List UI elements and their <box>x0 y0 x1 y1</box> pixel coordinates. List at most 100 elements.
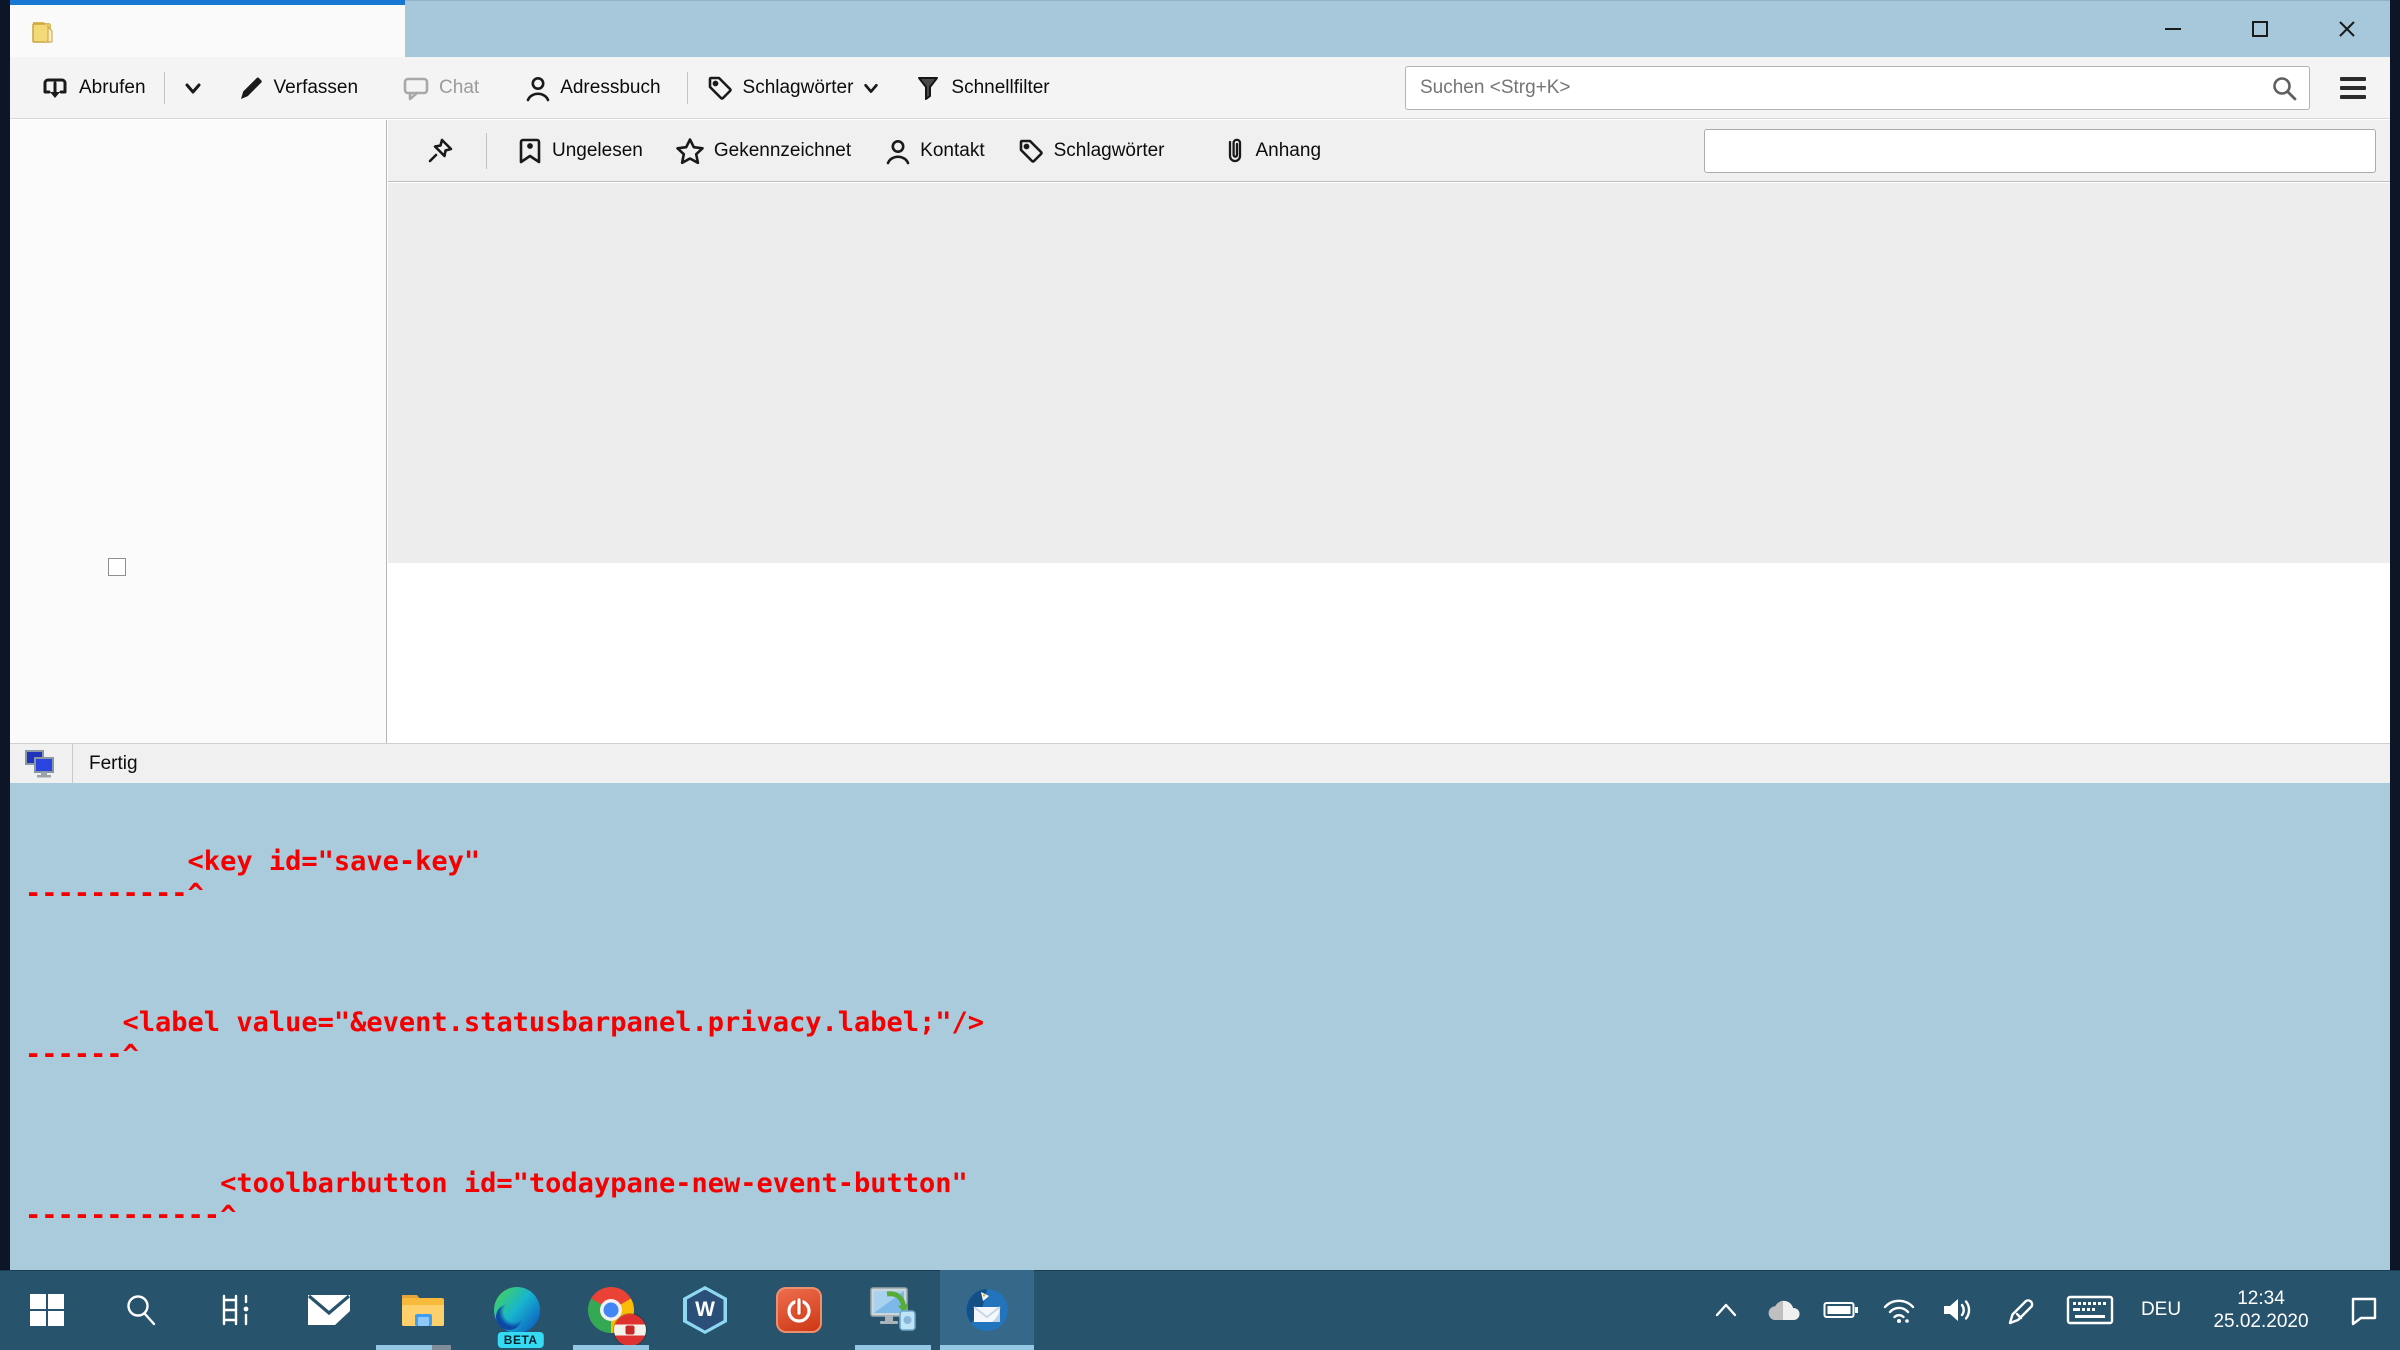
filter-contact-button[interactable]: Kontakt <box>871 131 996 171</box>
thunderbird-button[interactable] <box>940 1270 1034 1350</box>
write-button[interactable]: Verfassen <box>227 68 369 108</box>
wifi-tray-icon[interactable] <box>1870 1270 1928 1350</box>
language-indicator[interactable]: DEU <box>2128 1270 2194 1350</box>
filter-starred-label: Gekennzeichnet <box>714 140 851 162</box>
network-monitors-icon <box>24 749 58 779</box>
filterbar-separator <box>486 133 487 169</box>
quick-filter-label: Schnellfilter <box>951 77 1049 99</box>
filter-tags-button[interactable]: Schlagwörter <box>1005 131 1177 171</box>
get-messages-label: Abrufen <box>79 77 146 99</box>
tags-button[interactable]: Schlagwörter <box>696 68 891 108</box>
message-pane <box>388 563 2390 743</box>
chat-bubble-icon <box>402 74 430 102</box>
get-messages-dropdown[interactable] <box>173 72 213 104</box>
pushpin-icon <box>426 136 456 166</box>
notification-icon <box>2348 1294 2380 1326</box>
task-view-icon <box>215 1292 255 1328</box>
filter-attachment-label: Anhang <box>1256 140 1322 162</box>
chevron-down-icon <box>862 79 880 97</box>
filter-attachment-button[interactable]: Anhang <box>1211 130 1334 172</box>
toolbar-separator <box>164 72 165 104</box>
running-indicator <box>432 1345 451 1350</box>
battery-icon <box>1823 1300 1859 1320</box>
global-search <box>1405 66 2310 110</box>
filter-tags-label: Schlagwörter <box>1054 140 1165 162</box>
system-tray: DEU 12:34 25.02.2020 <box>1698 1270 2400 1350</box>
file-explorer-icon <box>399 1289 447 1331</box>
maximize-icon <box>2248 17 2272 41</box>
action-center-button[interactable] <box>2328 1270 2400 1350</box>
paperclip-icon <box>1223 136 1247 166</box>
touch-keyboard-tray-icon[interactable] <box>2052 1270 2128 1350</box>
close-button[interactable] <box>2303 1 2390 57</box>
chrome-button[interactable] <box>564 1270 658 1350</box>
tab-strip <box>10 0 2390 57</box>
chat-button[interactable]: Chat <box>392 68 489 108</box>
windscribe-button[interactable]: W <box>658 1270 752 1350</box>
search-input[interactable] <box>1405 66 2310 110</box>
windscribe-icon: W <box>683 1286 727 1334</box>
mail-toolbar: Abrufen Verfassen Chat Adressbuch <box>10 57 2390 119</box>
app-menu-button[interactable] <box>2336 73 2370 103</box>
taskbar: BETA W <box>0 1270 2400 1350</box>
speaker-icon <box>1941 1296 1975 1324</box>
wifi-icon <box>1881 1296 1917 1324</box>
folder-tab-icon <box>28 14 62 48</box>
statusbar-separator <box>72 744 73 783</box>
clock[interactable]: 12:34 25.02.2020 <box>2194 1270 2328 1350</box>
person-icon <box>523 74 551 102</box>
minimize-icon <box>2161 17 2185 41</box>
status-text: Fertig <box>89 753 138 775</box>
power-app-icon <box>776 1287 822 1333</box>
volume-tray-icon[interactable] <box>1928 1270 1988 1350</box>
battery-tray-icon[interactable] <box>1812 1270 1870 1350</box>
edge-icon <box>494 1287 540 1333</box>
funnel-icon <box>914 74 942 102</box>
start-button[interactable] <box>0 1270 94 1350</box>
filter-sticky-button[interactable] <box>414 130 468 172</box>
edge-beta-button[interactable]: BETA <box>470 1270 564 1350</box>
mail-app-button[interactable] <box>282 1270 376 1350</box>
clock-date: 25.02.2020 <box>2213 1310 2308 1333</box>
chevron-down-icon <box>183 78 203 98</box>
mail-icon <box>306 1292 352 1328</box>
address-book-button[interactable]: Adressbuch <box>513 68 670 108</box>
running-indicator <box>376 1345 432 1350</box>
search-icon[interactable] <box>2270 74 2298 102</box>
star-icon <box>675 137 705 165</box>
task-view-button[interactable] <box>188 1270 282 1350</box>
quick-filter-bar: Ungelesen Gekennzeichnet Kontakt Schlagw… <box>388 120 2390 182</box>
mail-tab[interactable] <box>10 0 405 57</box>
folder-pane-checkbox[interactable] <box>108 558 126 576</box>
windscribe-letter: W <box>695 1298 715 1322</box>
bookmark-icon <box>517 137 543 165</box>
pen-icon <box>2004 1294 2036 1326</box>
thunderbird-icon <box>963 1286 1011 1334</box>
folder-pane <box>10 120 387 743</box>
taskbar-search-button[interactable] <box>94 1270 188 1350</box>
maximize-button[interactable] <box>2216 1 2303 57</box>
filter-unread-button[interactable]: Ungelesen <box>505 131 655 171</box>
windows-logo-icon <box>28 1291 66 1329</box>
filter-text-input[interactable] <box>1704 129 2376 173</box>
thread-pane[interactable] <box>388 183 2390 563</box>
power-app-button[interactable] <box>752 1270 846 1350</box>
chat-label: Chat <box>439 77 479 99</box>
file-explorer-button[interactable] <box>376 1270 470 1350</box>
download-icon <box>40 73 70 103</box>
remote-install-app-button[interactable] <box>846 1270 940 1350</box>
tray-overflow-button[interactable] <box>1698 1270 1754 1350</box>
pencil-icon <box>237 74 265 102</box>
thunderbird-window: Abrufen Verfassen Chat Adressbuch <box>10 0 2390 1270</box>
minimize-button[interactable] <box>2129 1 2216 57</box>
quick-filter-button[interactable]: Schnellfilter <box>904 68 1059 108</box>
tag-icon <box>706 74 734 102</box>
write-label: Verfassen <box>274 77 359 99</box>
onedrive-tray-icon[interactable] <box>1754 1270 1812 1350</box>
pen-tray-icon[interactable] <box>1988 1270 2052 1350</box>
filter-starred-button[interactable]: Gekennzeichnet <box>663 131 863 171</box>
address-book-label: Adressbuch <box>560 77 660 99</box>
clock-time: 12:34 <box>2237 1287 2285 1310</box>
close-icon <box>2335 17 2359 41</box>
get-messages-button[interactable]: Abrufen <box>30 67 156 109</box>
